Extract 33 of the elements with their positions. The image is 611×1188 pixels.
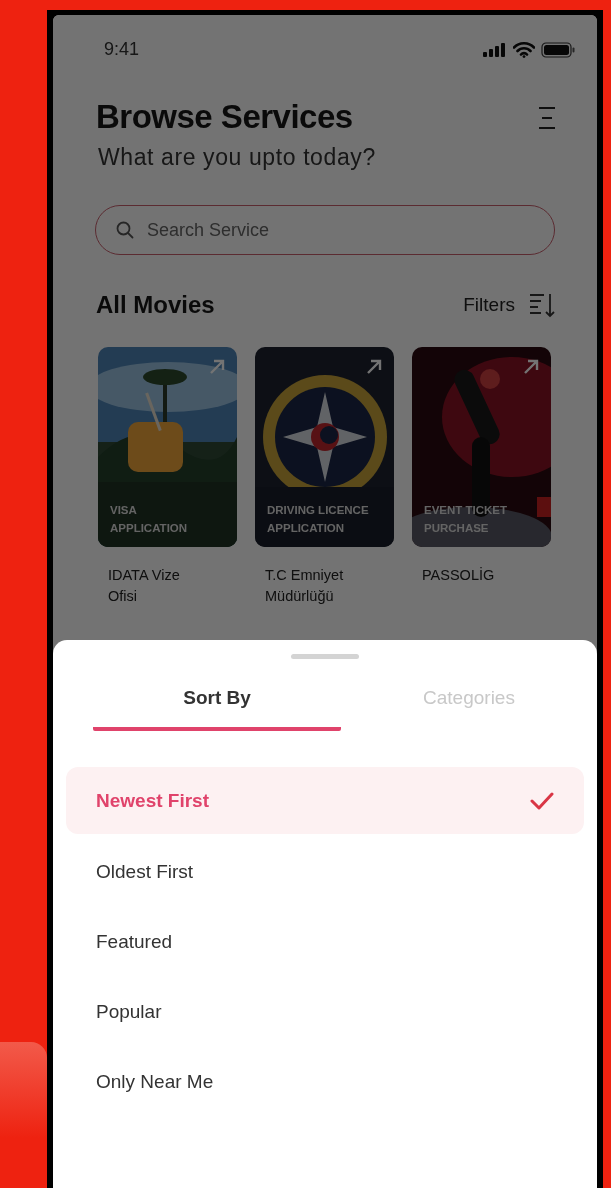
option-label: Oldest First bbox=[96, 861, 194, 883]
card-label: DRIVING LICENCE APPLICATION bbox=[267, 503, 369, 536]
status-time: 9:41 bbox=[104, 39, 140, 60]
arrow-icon bbox=[209, 359, 225, 375]
sort-option[interactable]: Popular bbox=[66, 977, 584, 1047]
service-name: IDATA Vize Ofisi bbox=[108, 566, 181, 606]
page-title: Browse Services bbox=[96, 98, 354, 136]
service-name: PASSOLİG bbox=[422, 566, 496, 585]
sort-icon bbox=[529, 292, 555, 318]
section-title: All Movies bbox=[96, 291, 215, 319]
sort-option[interactable]: Newest First bbox=[66, 767, 584, 834]
option-label: Only Near Me bbox=[96, 1071, 214, 1093]
card-label: VISA APPLICATION bbox=[110, 503, 188, 536]
sort-option[interactable]: Featured bbox=[66, 907, 584, 977]
search-field[interactable]: Search Service bbox=[95, 205, 555, 255]
check-icon bbox=[530, 791, 554, 810]
signal-icon bbox=[483, 42, 507, 57]
filters-button[interactable]: Filters bbox=[463, 292, 555, 318]
option-label: Newest First bbox=[96, 789, 209, 812]
wifi-icon bbox=[513, 41, 535, 58]
service-name: T.C Emniyet Müdürlüğü bbox=[265, 566, 345, 606]
option-label: Popular bbox=[96, 1001, 162, 1023]
option-label: Featured bbox=[96, 931, 173, 953]
sort-option[interactable]: Only Near Me bbox=[66, 1047, 584, 1117]
arrow-icon bbox=[366, 359, 382, 375]
search-icon bbox=[116, 221, 134, 239]
drag-handle[interactable] bbox=[291, 654, 359, 659]
menu-icon[interactable] bbox=[537, 106, 557, 130]
page-subtitle: What are you upto today? bbox=[98, 144, 376, 171]
battery-icon bbox=[541, 41, 575, 58]
sort-option[interactable]: Oldest First bbox=[66, 837, 584, 907]
arrow-icon bbox=[523, 359, 539, 375]
tab[interactable]: Sort By bbox=[93, 687, 341, 731]
